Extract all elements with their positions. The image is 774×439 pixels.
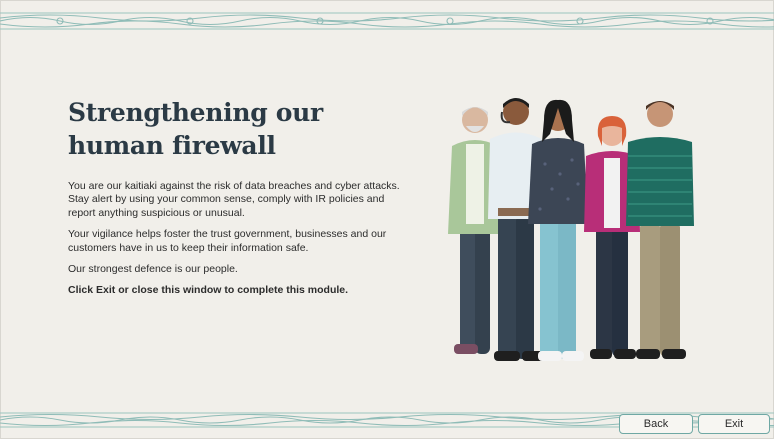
paragraph-strongest-defence: Our strongest defence is our people. — [68, 263, 238, 276]
title-line-2: human firewall — [68, 131, 276, 160]
slide-body: You are our kaitiaki against the risk of… — [68, 180, 408, 306]
koru-pattern-icon — [0, 12, 774, 30]
instruction-text: Click Exit or close this window to compl… — [68, 284, 349, 297]
paragraph-vigilance: Your vigilance helps foster the trust go… — [68, 228, 387, 254]
back-button[interactable]: Back — [619, 414, 693, 434]
title-line-1: Strengthening our — [68, 98, 323, 127]
top-pattern-band — [0, 10, 774, 32]
paragraph-kaitiaki: You are our kaitiaki against the risk of… — [68, 180, 400, 219]
group-of-people-illustration-icon — [448, 98, 694, 361]
people-illustration — [440, 94, 710, 374]
exit-button[interactable]: Exit — [698, 414, 770, 434]
slide-title: Strengthening our human firewall — [68, 96, 398, 162]
